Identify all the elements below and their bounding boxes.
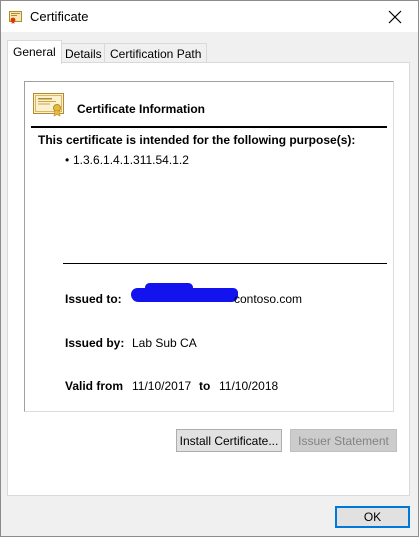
issuer-statement-button[interactable]: Issuer Statement [290,429,397,452]
issued-by-label: Issued by: [65,336,125,350]
ok-button[interactable]: OK [335,506,410,528]
certificate-dialog: Certificate General Details Certificatio… [0,0,419,537]
valid-from-value: 11/10/2017 [132,379,192,393]
certificate-icon [9,10,22,24]
purpose-oid: 1.3.6.1.4.1.311.54.1.2 [73,153,189,167]
tab-general[interactable]: General [7,40,62,64]
divider [31,126,387,128]
certificate-icon [33,93,64,117]
divider [63,263,387,264]
valid-from-label: Valid from [65,379,124,393]
general-tab-panel: Certificate Information This certificate… [7,62,410,496]
issued-to-value: contoso.com [234,292,303,306]
close-button[interactable] [382,5,408,29]
purpose-list-item: • 1.3.6.1.4.1.311.54.1.2 [65,153,189,167]
valid-to-value: 11/10/2018 [219,379,279,393]
tab-certification-path[interactable]: Certification Path [104,43,208,63]
install-certificate-button[interactable]: Install Certificate... [176,429,282,452]
tab-details[interactable]: Details [59,43,108,63]
issued-to-label: Issued to: [65,292,122,306]
purpose-heading: This certificate is intended for the fol… [38,133,356,147]
certificate-info-frame: Certificate Information This certificate… [24,81,394,412]
valid-to-label: to [199,379,211,393]
window-title: Certificate [30,9,89,24]
issued-by-value: Lab Sub CA [132,336,197,350]
title-bar: Certificate [1,1,418,32]
redaction-mark [131,283,238,302]
certificate-info-heading: Certificate Information [77,102,206,116]
close-icon [388,10,402,24]
